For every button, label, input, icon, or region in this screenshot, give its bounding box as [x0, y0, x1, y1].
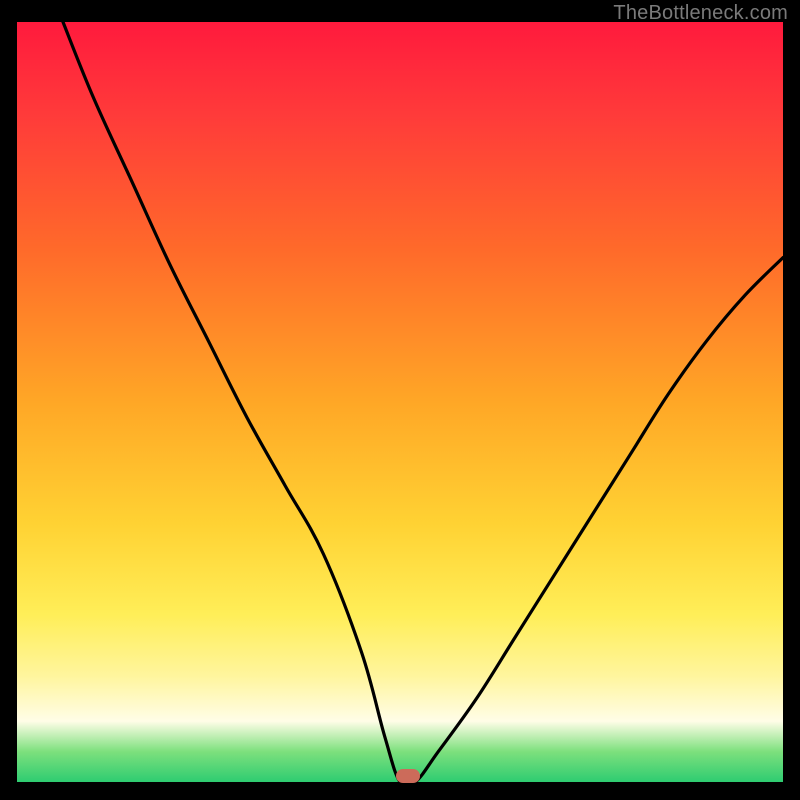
plot-area [17, 22, 783, 782]
optimal-point-marker [396, 769, 420, 783]
bottleneck-curve [17, 22, 783, 782]
chart-frame: TheBottleneck.com [0, 0, 800, 800]
